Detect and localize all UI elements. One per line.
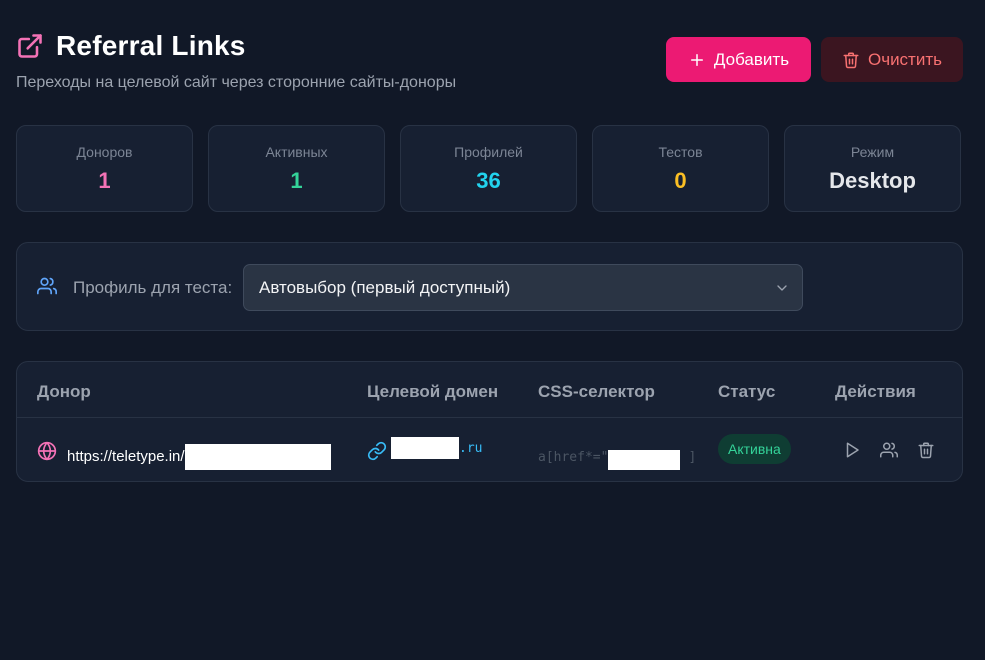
stat-value: 1 <box>290 167 303 193</box>
link-icon <box>367 441 387 461</box>
stat-value: 0 <box>674 167 687 193</box>
redacted-block <box>608 450 681 470</box>
css-selector: a[href*=" ] <box>538 444 696 470</box>
page-header: Referral Links Переходы на целевой сайт … <box>16 30 456 92</box>
trash-icon[interactable] <box>915 439 937 461</box>
column-header-donor: Донор <box>37 382 91 401</box>
page-title: Referral Links <box>56 30 246 61</box>
stat-card-donors: Доноров 1 <box>16 125 193 212</box>
stat-label: Доноров <box>76 143 133 160</box>
target-domain[interactable]: .ru <box>391 437 482 459</box>
donor-url[interactable]: https://teletype.in/ <box>67 442 331 470</box>
stat-value: 36 <box>476 167 501 193</box>
table-row: https://teletype.in/ .ru a[href*=" ] Акт… <box>17 419 962 481</box>
column-header-css-selector: CSS-селектор <box>538 382 655 401</box>
add-button-label: Добавить <box>713 49 790 69</box>
css-selector-suffix: ] <box>688 449 697 465</box>
status-badge: Активна <box>718 434 791 464</box>
clear-button-label: Очистить <box>867 49 942 69</box>
test-profile-panel: Профиль для теста: Автовыбор (первый дос… <box>16 242 963 331</box>
profile-select[interactable]: Автовыбор (первый доступный) <box>243 264 803 311</box>
stat-label: Профилей <box>454 143 523 160</box>
donor-url-text: https://teletype.in/ <box>67 447 185 465</box>
trash-icon <box>842 51 860 69</box>
column-header-status: Статус <box>718 382 776 401</box>
globe-icon <box>37 441 57 461</box>
plus-icon <box>688 51 706 69</box>
play-icon[interactable] <box>841 439 863 461</box>
title-row: Referral Links <box>16 30 456 62</box>
add-button[interactable]: Добавить <box>666 37 811 82</box>
stat-label: Режим <box>850 143 895 160</box>
table-header: Донор Целевой домен CSS-селектор Статус … <box>17 362 962 418</box>
profile-select-value: Автовыбор (первый доступный) <box>259 277 511 297</box>
column-header-actions: Действия <box>835 382 916 401</box>
stats-row: Доноров 1 Активных 1 Профилей 36 Тестов … <box>16 125 961 212</box>
users-icon[interactable] <box>878 439 900 461</box>
column-header-target-domain: Целевой домен <box>367 382 499 401</box>
stat-label: Тестов <box>658 143 703 160</box>
redacted-block <box>391 437 459 459</box>
stat-value: 1 <box>98 167 111 193</box>
stat-card-tests: Тестов 0 <box>592 125 769 212</box>
external-link-icon <box>16 32 44 60</box>
stat-card-active: Активных 1 <box>208 125 385 212</box>
redacted-block <box>184 444 331 470</box>
target-domain-text: .ru <box>459 440 483 456</box>
css-selector-prefix: a[href*=" <box>538 449 609 465</box>
users-icon <box>37 276 57 296</box>
chevron-down-icon <box>774 280 790 296</box>
profile-select-label: Профиль для теста: <box>73 278 233 297</box>
stat-label: Активных <box>265 143 328 160</box>
page-subtitle: Переходы на целевой сайт через сторонние… <box>16 74 457 91</box>
stat-value: Desktop <box>829 167 916 193</box>
stat-card-profiles: Профилей 36 <box>400 125 577 212</box>
stat-card-mode: Режим Desktop <box>784 125 961 212</box>
referral-links-table: Донор Целевой домен CSS-селектор Статус … <box>16 361 963 482</box>
clear-button[interactable]: Очистить <box>821 37 963 82</box>
